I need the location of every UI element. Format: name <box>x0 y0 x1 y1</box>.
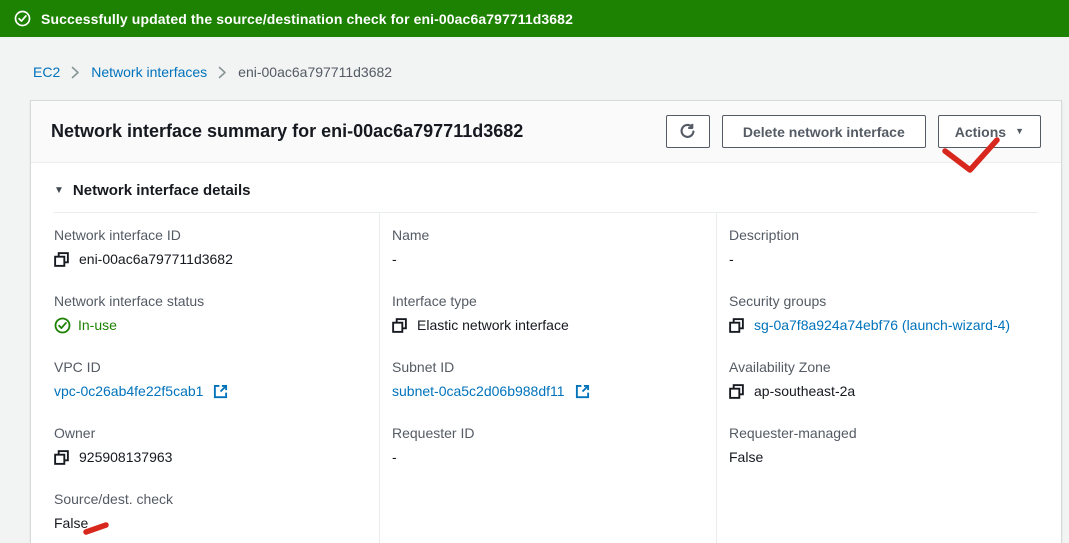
field-label: VPC ID <box>54 357 379 377</box>
breadcrumb-ec2[interactable]: EC2 <box>33 64 60 80</box>
field-network-interface-id: Network interface ID eni-00ac6a797711d36… <box>54 225 379 269</box>
field-label: Requester ID <box>392 423 716 443</box>
details-column-3: Description - Security groups sg-0a7f8a9… <box>716 212 1038 543</box>
chevron-down-icon: ▼ <box>1015 127 1024 136</box>
details-grid: Network interface ID eni-00ac6a797711d36… <box>54 212 1038 543</box>
vpc-id-link[interactable]: vpc-0c26ab4fe22f5cab1 <box>54 381 203 401</box>
field-label: Security groups <box>729 291 1038 311</box>
section-title: Network interface details <box>73 182 251 199</box>
field-value: ap-southeast-2a <box>754 381 855 401</box>
status-badge: In-use <box>78 315 117 335</box>
field-requester-managed: Requester-managed False <box>729 423 1038 467</box>
page-title: Network interface summary for eni-00ac6a… <box>51 121 523 142</box>
header-actions: Delete network interface Actions ▼ <box>666 115 1041 148</box>
subnet-id-link[interactable]: subnet-0ca5c2d06b988df11 <box>392 381 565 401</box>
check-circle-icon <box>54 317 71 334</box>
field-label: Network interface ID <box>54 225 379 245</box>
field-subnet-id: Subnet ID subnet-0ca5c2d06b988df11 <box>392 357 716 401</box>
field-name: Name - <box>392 225 716 269</box>
field-value: False <box>729 447 763 467</box>
field-description: Description - <box>729 225 1038 269</box>
success-banner: Successfully updated the source/destinat… <box>0 0 1069 37</box>
network-interface-summary-panel: Network interface summary for eni-00ac6a… <box>30 100 1062 543</box>
copy-icon[interactable] <box>54 450 69 465</box>
security-group-link[interactable]: sg-0a7f8a924a74ebf76 (launch-wizard-4) <box>754 315 1010 335</box>
external-link-icon[interactable] <box>575 384 590 399</box>
field-label: Owner <box>54 423 379 443</box>
field-label: Source/dest. check <box>54 489 379 509</box>
delete-network-interface-button[interactable]: Delete network interface <box>722 115 926 148</box>
field-availability-zone: Availability Zone ap-southeast-2a <box>729 357 1038 401</box>
field-value: Elastic network interface <box>417 315 569 335</box>
field-security-groups: Security groups sg-0a7f8a924a74ebf76 (la… <box>729 291 1038 335</box>
banner-message: Successfully updated the source/destinat… <box>41 11 573 27</box>
refresh-icon <box>679 123 696 140</box>
panel-header: Network interface summary for eni-00ac6a… <box>31 101 1061 163</box>
actions-button[interactable]: Actions ▼ <box>938 115 1041 148</box>
chevron-right-icon <box>71 66 80 79</box>
field-vpc-id: VPC ID vpc-0c26ab4fe22f5cab1 <box>54 357 379 401</box>
details-column-2: Name - Interface type Elastic network in… <box>379 212 716 543</box>
breadcrumb-network-interfaces[interactable]: Network interfaces <box>91 64 207 80</box>
field-label: Interface type <box>392 291 716 311</box>
network-interface-details-toggle[interactable]: ▼ Network interface details <box>31 163 1061 199</box>
breadcrumb: EC2 Network interfaces eni-00ac6a797711d… <box>33 64 1069 80</box>
field-label: Description <box>729 225 1038 245</box>
field-value: eni-00ac6a797711d3682 <box>79 249 233 269</box>
field-label: Network interface status <box>54 291 379 311</box>
field-requester-id: Requester ID - <box>392 423 716 467</box>
copy-icon[interactable] <box>729 318 744 333</box>
field-label: Subnet ID <box>392 357 716 377</box>
external-link-icon[interactable] <box>213 384 228 399</box>
field-label: Availability Zone <box>729 357 1038 377</box>
chevron-right-icon <box>218 66 227 79</box>
copy-icon[interactable] <box>54 252 69 267</box>
field-value: - <box>392 447 397 467</box>
field-network-interface-status: Network interface status In-use <box>54 291 379 335</box>
field-label: Requester-managed <box>729 423 1038 443</box>
actions-button-label: Actions <box>955 124 1006 140</box>
breadcrumb-current: eni-00ac6a797711d3682 <box>238 64 392 80</box>
details-column-1: Network interface ID eni-00ac6a797711d36… <box>54 212 379 543</box>
copy-icon[interactable] <box>729 384 744 399</box>
check-circle-icon <box>14 10 31 27</box>
triangle-down-icon: ▼ <box>54 186 64 196</box>
field-value: 925908137963 <box>79 447 172 467</box>
refresh-button[interactable] <box>666 115 710 148</box>
field-interface-type: Interface type Elastic network interface <box>392 291 716 335</box>
field-value: - <box>729 249 734 269</box>
field-label: Name <box>392 225 716 245</box>
field-owner: Owner 925908137963 <box>54 423 379 467</box>
copy-icon[interactable] <box>392 318 407 333</box>
field-value: False <box>54 513 88 533</box>
field-source-dest-check: Source/dest. check False <box>54 489 379 533</box>
field-value: - <box>392 249 397 269</box>
